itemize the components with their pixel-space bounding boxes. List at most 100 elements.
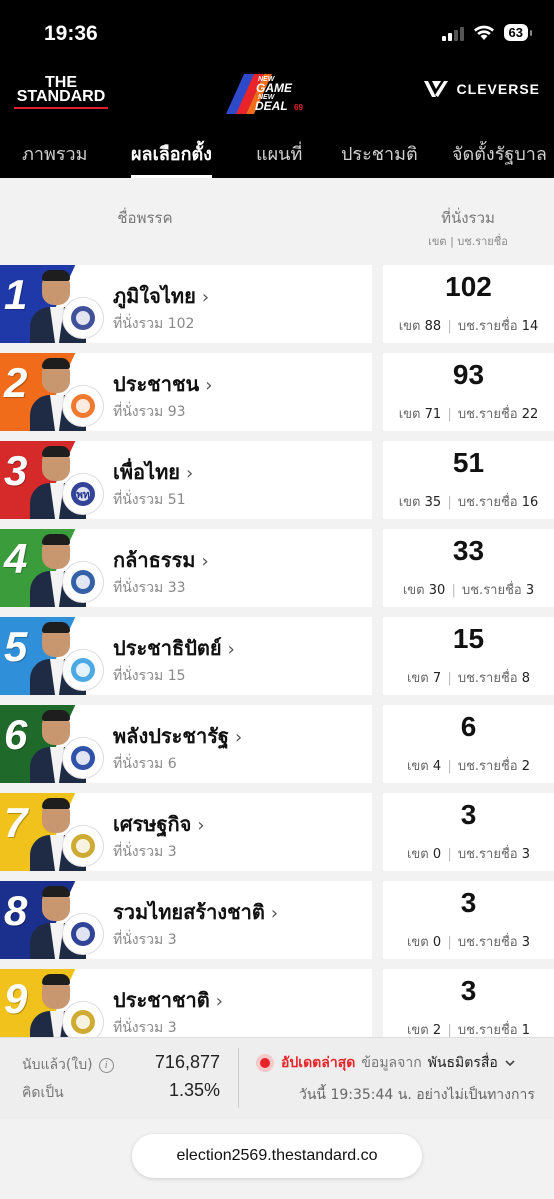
cleverse-logo[interactable]: CLEVERSE <box>423 79 540 99</box>
party-row[interactable]: 7 เศรษฐกิจ › ที่นั่งรวม 3 3 เขต 0 | บช.ร… <box>0 793 554 871</box>
seat-total: 33 <box>452 535 485 566</box>
status-bar: 19:36 63 <box>0 0 554 62</box>
tab-map[interactable]: แผนที่ <box>256 134 302 178</box>
rank-number: 1 <box>4 271 28 318</box>
party-row[interactable]: 3 พท เพื่อไทย › ที่นั่งรวม 51 51 เขต 35 … <box>0 441 554 519</box>
total-seats-inline: 93 <box>167 404 186 420</box>
chevron-right-icon: › <box>197 815 205 836</box>
party-row[interactable]: 9 ประชาชาติ › ที่นั่งรวม 3 3 เขต 2 | บช.… <box>0 969 554 1047</box>
party-list-label: บช.รายชื่อ <box>457 1023 518 1038</box>
url-bar[interactable]: election2569.thestandard.co <box>132 1134 422 1178</box>
last-update-timestamp: วันนี้ 19:35:44 น. อย่างไม่เป็นทางการ <box>299 1087 535 1103</box>
party-list-seats: 1 <box>521 1023 531 1038</box>
seat-breakdown: เขต 0 | บช.รายชื่อ 3 <box>383 843 554 864</box>
party-card[interactable]: 3 พท เพื่อไทย › ที่นั่งรวม 51 <box>0 441 372 519</box>
party-name[interactable]: กล้าธรรม › <box>113 544 209 576</box>
chevron-right-icon: › <box>186 463 194 484</box>
seat-breakdown: เขต 30 | บช.รายชื่อ 3 <box>383 579 554 600</box>
party-logo-icon <box>62 561 104 603</box>
party-name[interactable]: ภูมิใจไทย › <box>113 280 209 312</box>
constituency-seats: 88 <box>424 319 442 334</box>
column-header-seats: ที่นั่งรวม <box>441 209 495 227</box>
cleverse-mark-icon <box>423 81 448 97</box>
party-card[interactable]: 6 พลังประชารัฐ › ที่นั่งรวม 6 <box>0 705 372 783</box>
seat-count-card: 3 เขต 2 | บช.รายชื่อ 1 <box>383 969 554 1047</box>
party-row[interactable]: 2 ประชาชน › ที่นั่งรวม 93 93 เขต 71 | บช… <box>0 353 554 431</box>
party-name-text: ภูมิใจไทย <box>113 284 196 308</box>
total-seats-inline: 51 <box>167 492 186 508</box>
seat-count-card: 51 เขต 35 | บช.รายชื่อ 16 <box>383 441 554 519</box>
party-card[interactable]: 8 รวมไทยสร้างชาติ › ที่นั่งรวม 3 <box>0 881 372 959</box>
seat-total: 3 <box>460 887 477 918</box>
party-list-seats: 3 <box>521 935 531 950</box>
party-card[interactable]: 9 ประชาชาติ › ที่นั่งรวม 3 <box>0 969 372 1047</box>
breakdown-separator: | <box>447 495 452 510</box>
party-card[interactable]: 4 กล้าธรรม › ที่นั่งรวม 33 <box>0 529 372 607</box>
tab-form-government[interactable]: จัดตั้งรัฐบาล <box>452 134 547 178</box>
logo-game-line-2: GAME <box>256 81 293 95</box>
chevron-right-icon: › <box>201 551 209 572</box>
party-row[interactable]: 1 ภูมิใจไทย › ที่นั่งรวม 102 102 เขต 88 … <box>0 265 554 343</box>
total-seats-prefix: ที่นั่งรวม <box>113 316 164 332</box>
constituency-seats: 30 <box>428 583 446 598</box>
party-logo-icon <box>62 649 104 691</box>
party-card[interactable]: 2 ประชาชน › ที่นั่งรวม 93 <box>0 353 372 431</box>
seat-total: 6 <box>460 711 477 742</box>
party-card[interactable]: 5 ประชาธิปัตย์ › ที่นั่งรวม 15 <box>0 617 372 695</box>
party-list-seats: 2 <box>521 759 531 774</box>
data-source-selector[interactable]: อัปเดตล่าสุด ข้อมูลจาก พันธมิตรสื่อ <box>281 1052 516 1074</box>
party-row[interactable]: 5 ประชาธิปัตย์ › ที่นั่งรวม 15 15 เขต 7 … <box>0 617 554 695</box>
party-name[interactable]: พลังประชารัฐ › <box>113 720 242 752</box>
party-list-label: บช.รายชื่อ <box>457 759 518 774</box>
total-seats-prefix: ที่นั่งรวม <box>113 756 164 772</box>
party-row[interactable]: 6 พลังประชารัฐ › ที่นั่งรวม 6 6 เขต 4 | … <box>0 705 554 783</box>
seat-count-card: 3 เขต 0 | บช.รายชื่อ 3 <box>383 793 554 871</box>
party-name[interactable]: ประชาชน › <box>113 368 212 400</box>
cleverse-logo-text: CLEVERSE <box>456 81 540 97</box>
party-card[interactable]: 7 เศรษฐกิจ › ที่นั่งรวม 3 <box>0 793 372 871</box>
data-source-name: พันธมิตรสื่อ <box>427 1055 498 1071</box>
chevron-right-icon: › <box>227 639 235 660</box>
party-row[interactable]: 8 รวมไทยสร้างชาติ › ที่นั่งรวม 3 3 เขต 0… <box>0 881 554 959</box>
party-card[interactable]: 1 ภูมิใจไทย › ที่นั่งรวม 102 <box>0 265 372 343</box>
breakdown-separator: | <box>447 1023 452 1038</box>
party-total-seats: ที่นั่งรวม 93 <box>113 401 186 423</box>
breakdown-separator: | <box>447 935 452 950</box>
breakdown-separator: | <box>451 583 456 598</box>
rank-number: 9 <box>4 975 28 1022</box>
party-name[interactable]: เพื่อไทย › <box>113 456 193 488</box>
info-icon[interactable]: i <box>98 1057 114 1073</box>
party-total-seats: ที่นั่งรวม 3 <box>113 1017 177 1039</box>
tab-referendum[interactable]: ประชามติ <box>341 134 418 178</box>
party-logo-icon <box>62 297 104 339</box>
breakdown-separator: | <box>447 671 452 686</box>
party-list-seats: 3 <box>525 583 535 598</box>
the-standard-logo[interactable]: THE STANDARD <box>14 74 108 109</box>
party-name[interactable]: รวมไทยสร้างชาติ › <box>113 896 278 928</box>
tab-election-results[interactable]: ผลเลือกตั้ง <box>131 134 212 178</box>
party-list-seats: 3 <box>521 847 531 862</box>
seat-count-card: 33 เขต 30 | บช.รายชื่อ 3 <box>383 529 554 607</box>
seat-breakdown: เขต 0 | บช.รายชื่อ 3 <box>383 931 554 952</box>
party-row[interactable]: 4 กล้าธรรม › ที่นั่งรวม 33 33 เขต 30 | บ… <box>0 529 554 607</box>
the-standard-logo-text: THE STANDARD <box>16 74 106 105</box>
app-header: THE STANDARD NEW GAME NEW DEAL 69 CLEVER… <box>0 62 554 130</box>
total-seats-prefix: ที่นั่งรวม <box>113 492 164 508</box>
party-name[interactable]: ประชาธิปัตย์ › <box>113 632 235 664</box>
constituency-label: เขต <box>398 319 421 334</box>
total-seats-inline: 6 <box>167 756 177 772</box>
wifi-icon <box>473 25 494 40</box>
constituency-seats: 2 <box>432 1023 442 1038</box>
party-total-seats: ที่นั่งรวม 6 <box>113 753 177 775</box>
breakdown-separator: | <box>447 319 452 334</box>
seat-total: 93 <box>452 359 485 390</box>
party-name-text: เพื่อไทย <box>113 460 180 484</box>
tab-overview[interactable]: ภาพรวม <box>22 134 87 178</box>
seat-count-card: 3 เขต 0 | บช.รายชื่อ 3 <box>383 881 554 959</box>
party-name[interactable]: ประชาชาติ › <box>113 984 223 1016</box>
seat-count-card: 102 เขต 88 | บช.รายชื่อ 14 <box>383 265 554 343</box>
counted-ballots-label: นับแล้ว(ใบ) i <box>22 1054 114 1076</box>
rank-number: 2 <box>4 359 28 406</box>
party-name[interactable]: เศรษฐกิจ › <box>113 808 205 840</box>
total-seats-inline: 3 <box>167 844 177 860</box>
